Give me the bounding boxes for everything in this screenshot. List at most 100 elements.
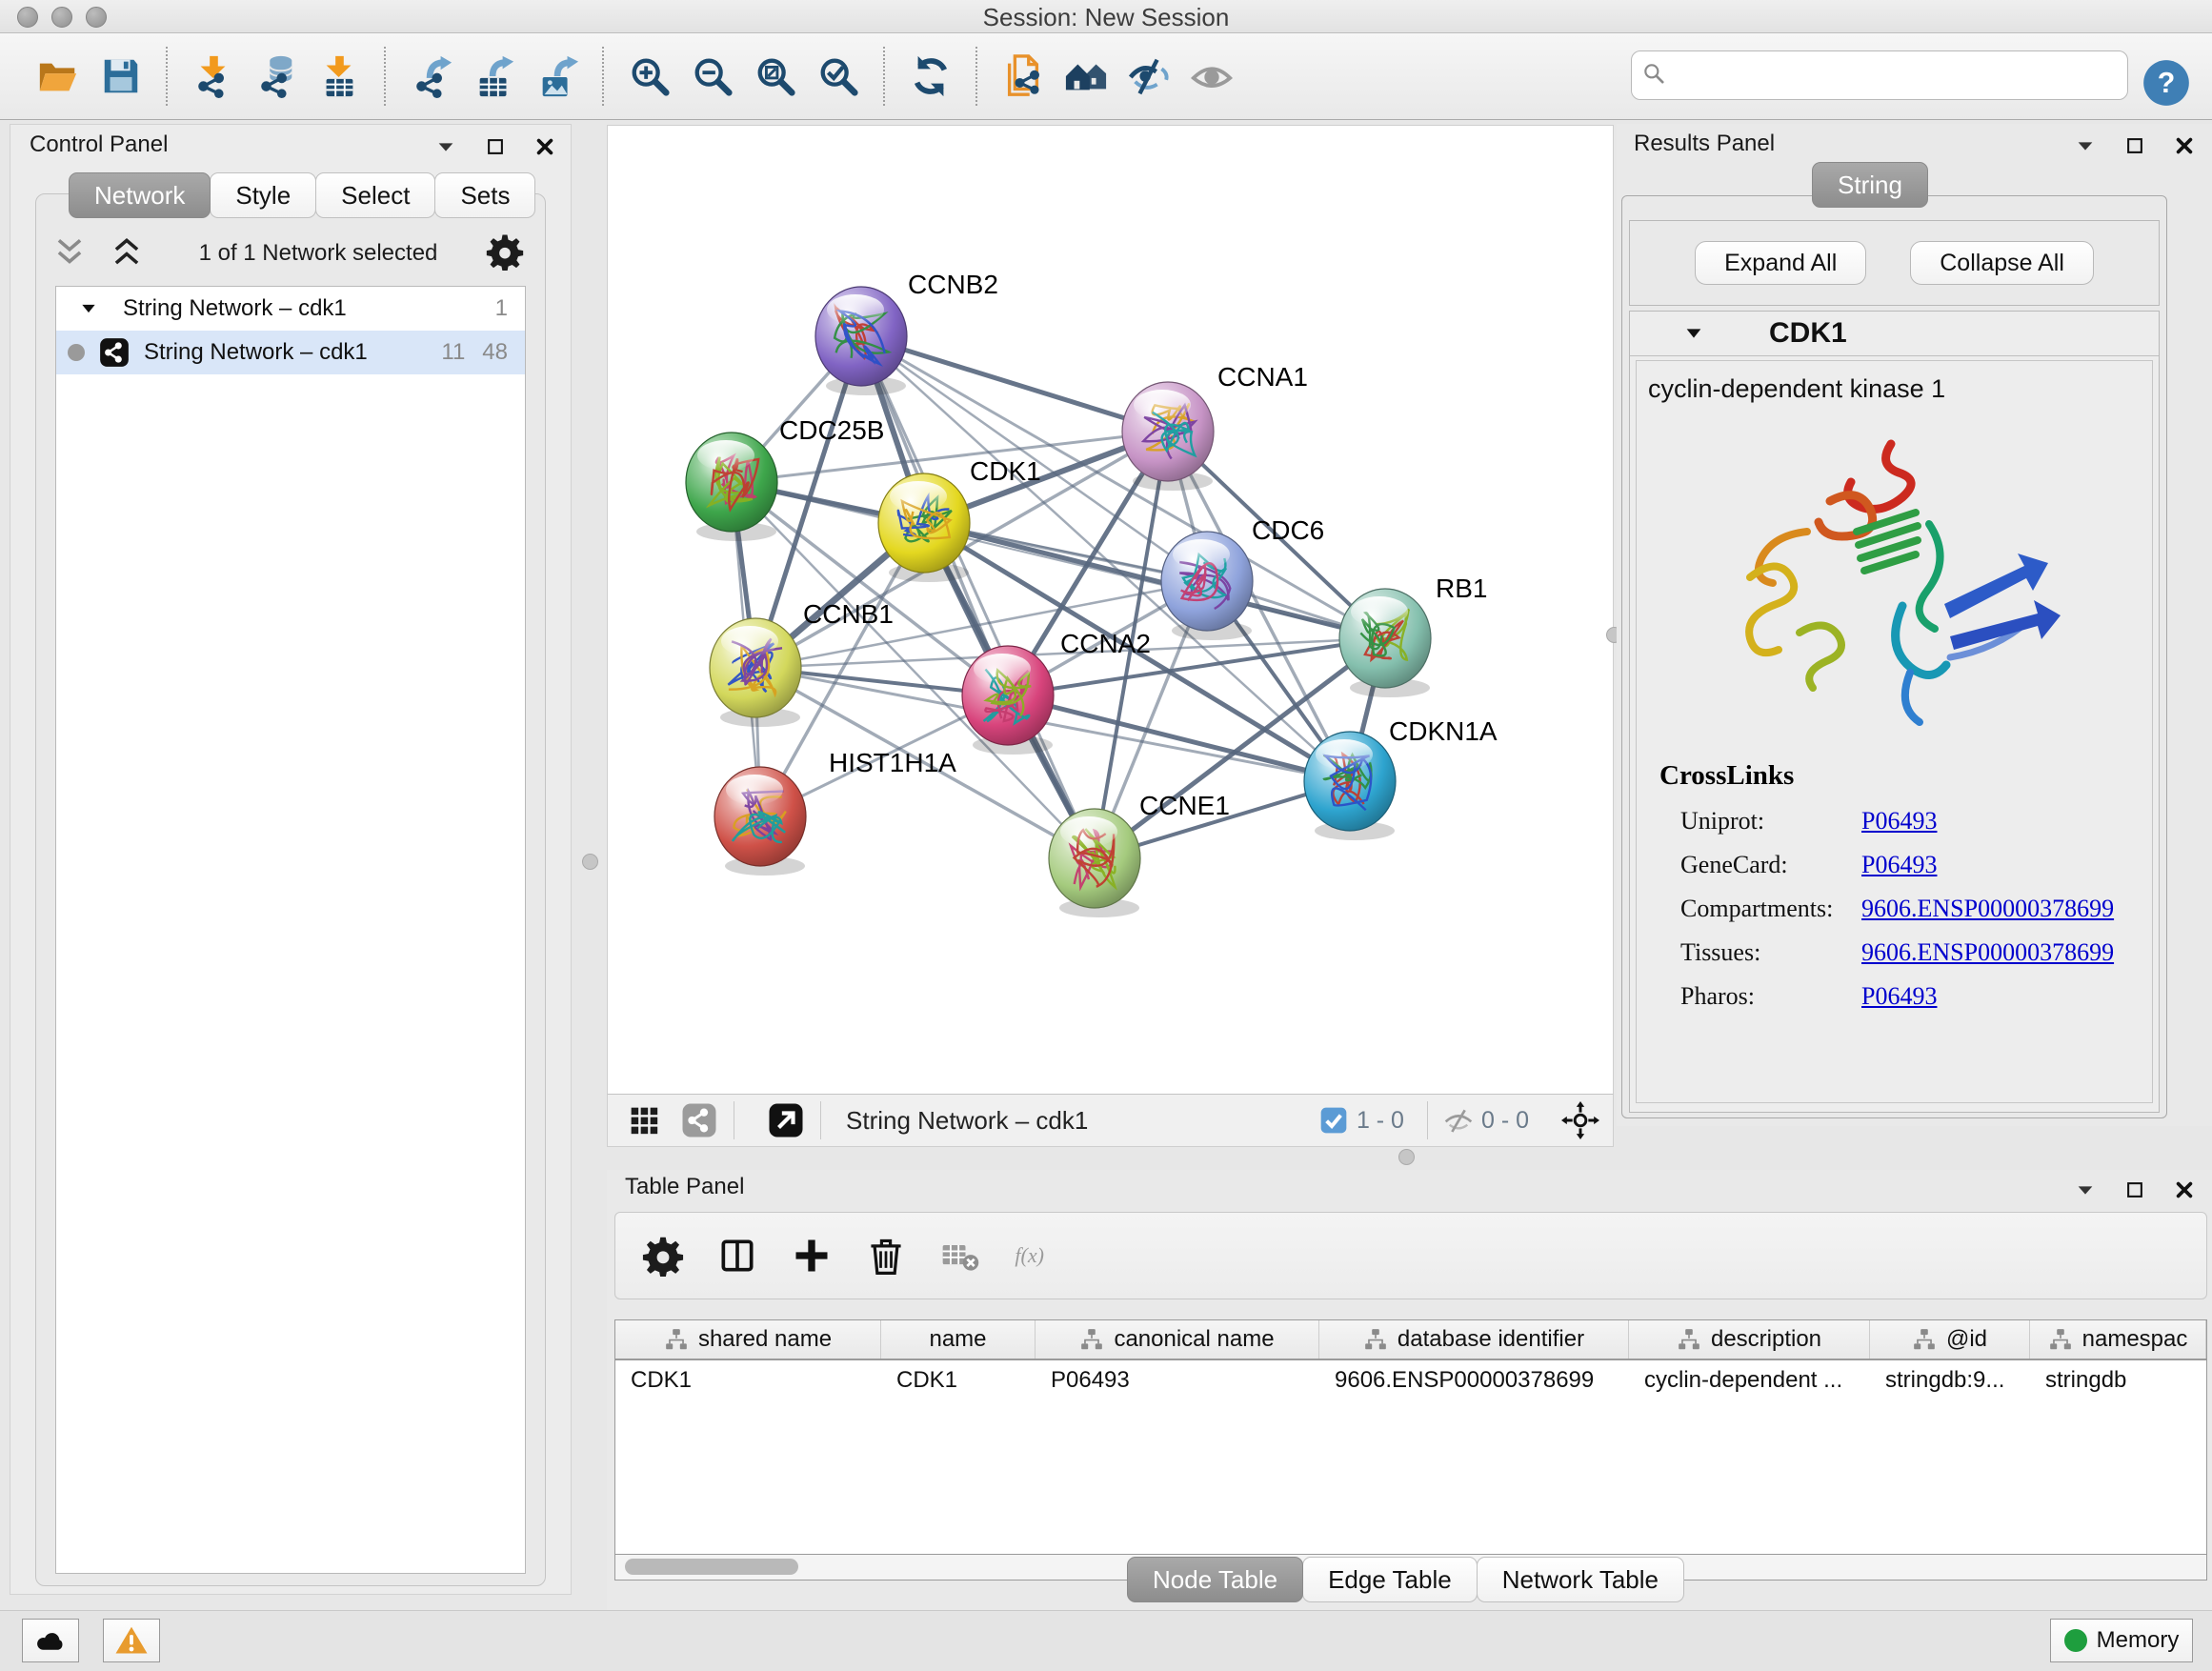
crosslink-label: Pharos: bbox=[1680, 982, 1861, 1011]
eye-crossed-button[interactable] bbox=[1117, 45, 1180, 108]
network-options-gear-icon[interactable] bbox=[486, 232, 528, 274]
search-input[interactable] bbox=[1674, 61, 2118, 90]
column-header-namespac[interactable]: namespac bbox=[2030, 1320, 2206, 1359]
network-node-CCNA2[interactable] bbox=[962, 646, 1054, 755]
network-node-CDC6[interactable] bbox=[1161, 532, 1253, 640]
import-network-button[interactable] bbox=[182, 45, 245, 108]
zoom-in-button[interactable] bbox=[618, 45, 681, 108]
grid-mode-icon[interactable] bbox=[625, 1101, 663, 1139]
network-row-selected[interactable]: String Network – cdk1 11 48 bbox=[56, 331, 525, 374]
scrollbar-thumb[interactable] bbox=[625, 1559, 798, 1575]
table-cell: stringdb bbox=[2030, 1367, 2206, 1394]
table-row[interactable]: CDK1CDK1P064939606.ENSP00000378699cyclin… bbox=[615, 1360, 2206, 1400]
memory-button[interactable]: Memory bbox=[2050, 1619, 2193, 1662]
selected-items-checkbox[interactable] bbox=[1318, 1105, 1349, 1136]
document-share-button[interactable] bbox=[992, 45, 1055, 108]
network-node-HIST1H1A[interactable] bbox=[714, 767, 806, 876]
zoom-fit-button[interactable] bbox=[744, 45, 807, 108]
bottom-splitter-handle[interactable] bbox=[1398, 1149, 1415, 1165]
network-node-RB1[interactable] bbox=[1339, 589, 1431, 697]
node-card-body: cyclin-dependent kinase 1 bbox=[1636, 360, 2153, 1103]
add-column-icon[interactable] bbox=[785, 1229, 838, 1282]
network-node-CDKN1A[interactable] bbox=[1304, 732, 1396, 840]
tab-sets[interactable]: Sets bbox=[434, 172, 535, 218]
tab-node-table[interactable]: Node Table bbox=[1127, 1557, 1303, 1602]
delete-column-icon[interactable] bbox=[859, 1229, 913, 1282]
help-button[interactable]: ? bbox=[2142, 58, 2191, 108]
panel-close-icon[interactable] bbox=[533, 134, 557, 159]
node-name: CDK1 bbox=[1769, 317, 1847, 350]
export-table-button[interactable] bbox=[463, 45, 526, 108]
network-node-CDC25B[interactable] bbox=[686, 433, 777, 541]
tab-edge-table[interactable]: Edge Table bbox=[1302, 1557, 1478, 1602]
export-image-button[interactable] bbox=[526, 45, 589, 108]
network-collection-row[interactable]: String Network – cdk1 1 bbox=[56, 287, 525, 331]
crosslink-link[interactable]: 9606.ENSP00000378699 bbox=[1861, 938, 2114, 967]
crosslink-link[interactable]: P06493 bbox=[1861, 982, 1937, 1011]
panel-collapse-icon[interactable] bbox=[2073, 133, 2098, 158]
table-toolbar: f(x) bbox=[614, 1212, 2207, 1299]
card-collapse-icon[interactable] bbox=[1683, 323, 1710, 344]
save-button[interactable] bbox=[90, 45, 152, 108]
column-header-database-identifier[interactable]: database identifier bbox=[1319, 1320, 1629, 1359]
crosslink-row: Uniprot:P06493 bbox=[1659, 799, 2152, 843]
network-node-CCNB2[interactable] bbox=[815, 287, 907, 395]
column-label: name bbox=[929, 1326, 986, 1353]
column-type-icon bbox=[664, 1327, 689, 1352]
network-node-CDK1[interactable] bbox=[878, 473, 970, 582]
zoom-out-button[interactable] bbox=[681, 45, 744, 108]
tab-select[interactable]: Select bbox=[315, 172, 435, 218]
panel-collapse-icon[interactable] bbox=[2073, 1178, 2098, 1202]
expand-all-networks-icon[interactable] bbox=[109, 234, 151, 272]
layout-refresh-button[interactable] bbox=[899, 45, 962, 108]
panel-close-icon[interactable] bbox=[2172, 1178, 2197, 1202]
import-database-button[interactable] bbox=[245, 45, 308, 108]
network-view-canvas[interactable]: CCNB2CCNA1CDC25BCDK1CDC6RB1CCNB1CCNA2CDK… bbox=[607, 125, 1614, 1096]
panel-collapse-icon[interactable] bbox=[433, 134, 458, 159]
tab-network-table[interactable]: Network Table bbox=[1477, 1557, 1684, 1602]
table-options-gear-icon[interactable] bbox=[636, 1229, 690, 1282]
panel-float-icon[interactable] bbox=[2122, 133, 2147, 158]
node-card-header[interactable]: CDK1 bbox=[1630, 312, 2159, 356]
export-network-button[interactable] bbox=[400, 45, 463, 108]
collapse-all-button[interactable]: Collapse All bbox=[1910, 241, 2094, 285]
column-header-canonical-name[interactable]: canonical name bbox=[1036, 1320, 1319, 1359]
crosslink-row: GeneCard:P06493 bbox=[1659, 843, 2152, 887]
crosslink-label: Compartments: bbox=[1680, 895, 1861, 923]
import-table-button[interactable] bbox=[308, 45, 371, 108]
control-panel-controls bbox=[433, 134, 557, 159]
tab-network[interactable]: Network bbox=[69, 172, 211, 218]
eye-button[interactable] bbox=[1180, 45, 1243, 108]
open-folder-button[interactable] bbox=[27, 45, 90, 108]
node-description: cyclin-dependent kinase 1 bbox=[1637, 361, 2152, 404]
birdseye-view-icon[interactable] bbox=[767, 1101, 805, 1139]
panel-float-icon[interactable] bbox=[483, 134, 508, 159]
cloud-status-button[interactable] bbox=[22, 1619, 79, 1662]
tab-string[interactable]: String bbox=[1812, 162, 1928, 208]
crosslink-link[interactable]: P06493 bbox=[1861, 807, 1937, 836]
column-header-@id[interactable]: @id bbox=[1870, 1320, 2030, 1359]
houses-button[interactable] bbox=[1055, 45, 1117, 108]
tab-style[interactable]: Style bbox=[210, 172, 316, 218]
column-header-description[interactable]: description bbox=[1629, 1320, 1870, 1359]
crosslink-row: Tissues:9606.ENSP00000378699 bbox=[1659, 931, 2152, 975]
crosslinks-title: CrossLinks bbox=[1659, 760, 2152, 792]
collapse-all-networks-icon[interactable] bbox=[51, 234, 93, 272]
panel-close-icon[interactable] bbox=[2172, 133, 2197, 158]
zoom-selected-button[interactable] bbox=[807, 45, 870, 108]
tree-expand-icon[interactable] bbox=[79, 298, 104, 319]
left-splitter-handle[interactable] bbox=[582, 854, 598, 870]
network-node-CCNB1[interactable] bbox=[710, 618, 801, 727]
expand-all-button[interactable]: Expand All bbox=[1695, 241, 1866, 285]
network-node-CCNA1[interactable] bbox=[1122, 382, 1214, 491]
network-badge-icon[interactable] bbox=[680, 1101, 718, 1139]
warnings-button[interactable] bbox=[103, 1619, 160, 1662]
network-node-CCNE1[interactable] bbox=[1049, 809, 1140, 917]
column-header-name[interactable]: name bbox=[881, 1320, 1036, 1359]
crosslink-link[interactable]: 9606.ENSP00000378699 bbox=[1861, 895, 2114, 923]
fit-selected-crosshair-icon[interactable] bbox=[1561, 1101, 1599, 1139]
show-columns-icon[interactable] bbox=[711, 1229, 764, 1282]
panel-float-icon[interactable] bbox=[2122, 1178, 2147, 1202]
column-header-shared-name[interactable]: shared name bbox=[615, 1320, 881, 1359]
crosslink-link[interactable]: P06493 bbox=[1861, 851, 1937, 879]
